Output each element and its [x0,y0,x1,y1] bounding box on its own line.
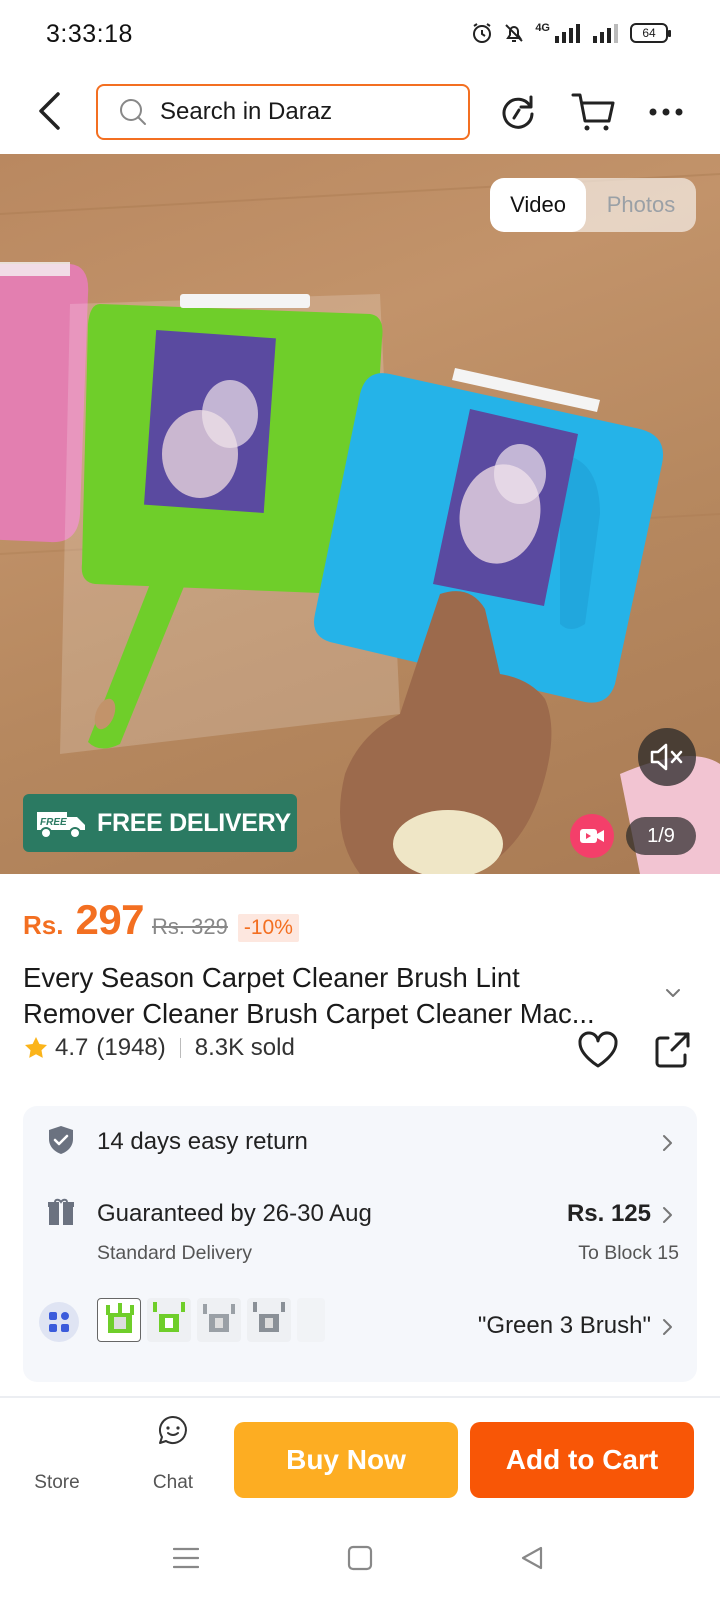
variant-thumb[interactable] [197,1298,241,1342]
share-button[interactable] [652,1030,692,1074]
chat-label: Chat [152,1472,194,1493]
variant-thumb[interactable] [147,1298,191,1342]
sold-count: 8.3K sold [194,1034,295,1061]
review-count: (1948) [96,1034,166,1061]
delivery-price: Rs. 125 [566,1200,651,1227]
original-price: Rs. 329 [152,914,228,939]
rating-row[interactable]: 4.7 (1948) 8.3K sold [23,1034,295,1062]
variant-thumb[interactable] [97,1298,141,1342]
rating-value: 4.7 [55,1034,89,1061]
top-header: Search in Daraz [0,70,720,154]
status-time: 3:33:18 [46,20,133,48]
free-label: FREE [40,817,67,828]
tab-photos[interactable]: Photos [586,178,696,232]
product-image [0,173,720,874]
cart-icon [571,93,615,131]
wishlist-button[interactable] [576,1030,620,1074]
store-button[interactable]: Store [22,1424,92,1494]
delivery-truck-icon: FREE [37,812,85,839]
rating-divider [179,1038,181,1058]
package-icon [45,1196,77,1228]
speaker-muted-icon [650,743,683,771]
variant-thumbnails [97,1298,325,1342]
free-delivery-text: FREE DELIVERY [97,808,291,837]
expand-title-button[interactable] [662,982,684,1004]
section-divider [0,1396,720,1398]
delivery-guarantee: Guaranteed by 26-30 Aug [97,1200,372,1227]
title-line-1: Every Season Carpet Cleaner Brush Lint [23,962,520,993]
chevron-right-icon [663,1319,672,1335]
selected-variant: "Green 3 Brush" [477,1312,651,1339]
chevron-right-icon [663,1207,672,1223]
star-icon [25,1037,47,1058]
cart-button[interactable] [570,88,618,136]
chevron-right-icon [663,1135,672,1151]
product-title[interactable]: Every Season Carpet Cleaner Brush Lint R… [23,960,663,1032]
add-to-cart-button[interactable]: Add to Cart [470,1422,694,1498]
mute-button[interactable] [638,728,696,786]
home-square-icon [347,1545,373,1571]
back-triangle-icon [521,1546,543,1570]
chat-icon [158,1415,187,1444]
product-video[interactable]: Video Photos FREE FREE DELIVERY 1/9 [0,154,720,874]
video-camera-icon [580,829,604,843]
signal-icon [555,24,580,43]
variant-thumb[interactable] [297,1298,325,1342]
search-input[interactable]: Search in Daraz [96,84,470,140]
price-value: 297 [75,896,145,943]
share-icon [655,1032,690,1068]
back-button[interactable] [30,88,72,134]
delivery-row[interactable]: Guaranteed by 26-30 Aug Standard Deliver… [23,1182,697,1288]
network-type: 4G [535,22,550,34]
delivery-location: To Block 15 [578,1242,679,1264]
status-bar: 3:33:18 4G 64 [0,0,720,70]
signal-weak-icon [593,24,618,43]
title-line-2: Remover Cleaner Brush Carpet Cleaner Mac… [23,998,595,1029]
alarm-icon [473,23,492,43]
chat-button[interactable]: Chat [136,1414,210,1494]
buy-now-button[interactable]: Buy Now [234,1422,458,1498]
battery-icon: 64 [630,23,671,43]
tab-video[interactable]: Video [490,178,586,232]
discount-badge: -10% [237,914,299,942]
video-indicator [570,814,614,858]
price-row: Rs. 297 Rs. 329 -10% [23,896,299,944]
variant-row[interactable]: "Green 3 Brush" [23,1292,697,1372]
search-icon [120,99,146,125]
more-dots-icon [649,108,683,116]
heart-icon [578,1031,618,1068]
free-delivery-badge: FREE FREE DELIVERY [23,794,297,852]
system-navigation-bar [0,1510,720,1600]
recent-apps-button[interactable] [166,1540,206,1576]
service-info-card: 14 days easy return Guaranteed by 26-30 … [23,1106,697,1382]
bottom-action-bar: Store Chat Buy Now Add to Cart [0,1400,720,1510]
delivery-type: Standard Delivery [97,1242,252,1264]
system-back-button[interactable] [512,1540,552,1576]
store-label: Store [34,1472,80,1493]
chevron-down-icon [666,989,680,997]
variants-icon [39,1302,79,1342]
search-placeholder: Search in Daraz [160,98,333,125]
variant-thumb[interactable] [247,1298,291,1342]
refresh-icon [502,95,534,129]
history-button[interactable] [494,88,542,136]
status-icons: 4G 64 [471,22,671,44]
returns-row[interactable]: 14 days easy return [23,1106,697,1178]
back-arrow-icon [39,92,60,130]
more-button[interactable] [642,88,690,136]
price-currency: Rs. [23,910,64,940]
shield-check-icon [45,1124,77,1156]
media-counter: 1/9 [626,817,696,855]
home-button[interactable] [340,1540,380,1576]
returns-text: 14 days easy return [97,1128,308,1155]
menu-lines-icon [173,1547,199,1569]
media-toggle: Video Photos [490,178,696,232]
mute-bell-icon [505,24,524,42]
